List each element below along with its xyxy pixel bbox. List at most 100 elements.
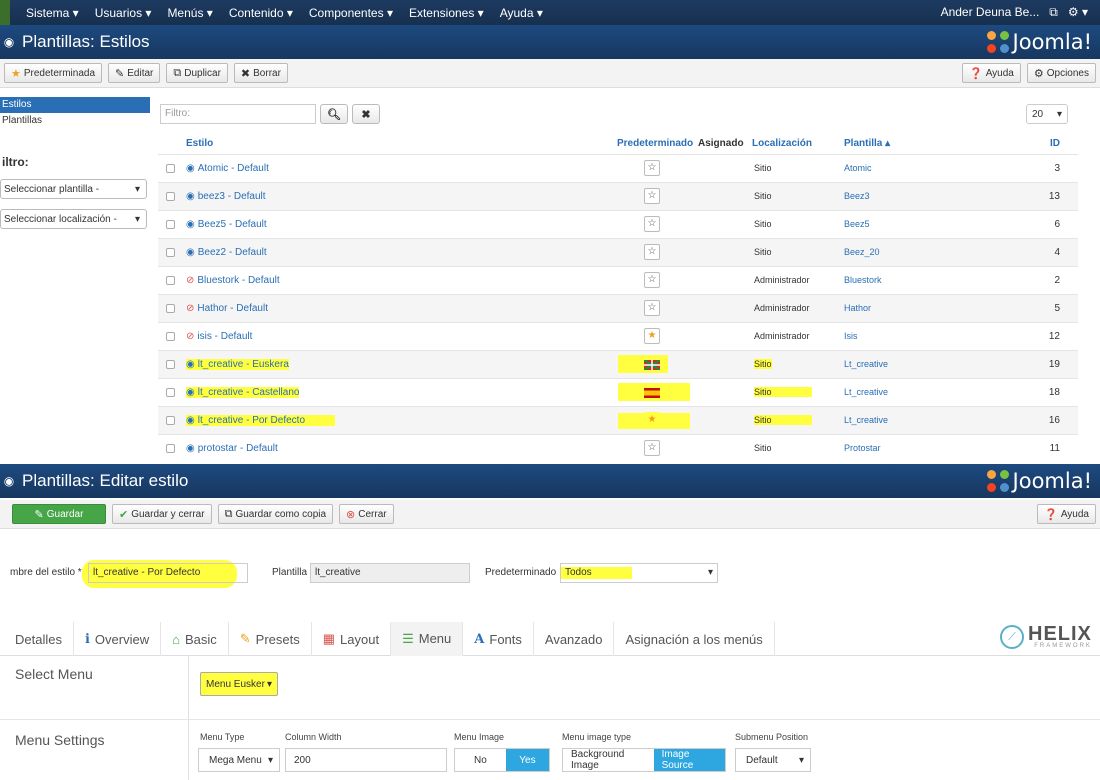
row-checkbox[interactable] (166, 220, 175, 229)
clear-button[interactable]: ✖ (352, 104, 380, 124)
menu-image-no[interactable]: No (455, 749, 506, 771)
style-link[interactable]: ◉ protostar - Default (186, 443, 278, 454)
style-link[interactable]: ◉ Beez5 - Default (186, 219, 267, 230)
column-width-input[interactable]: 200 (285, 748, 447, 772)
menu-ayuda[interactable]: Ayuda ▾ (492, 6, 551, 20)
row-checkbox[interactable] (166, 276, 175, 285)
external-link-icon[interactable]: ⧉ (1049, 5, 1058, 20)
row-checkbox[interactable] (166, 332, 175, 341)
duplicate-button[interactable]: ⧉ Duplicar (166, 63, 228, 83)
location-cell: Sitio (754, 191, 772, 201)
gear-icon[interactable]: ⚙ ▾ (1068, 5, 1088, 20)
row-checkbox[interactable] (166, 360, 175, 369)
col-template[interactable]: Plantilla ▴ (844, 138, 890, 149)
row-checkbox[interactable] (166, 388, 175, 397)
row-checkbox[interactable] (166, 192, 175, 201)
tab-avanzado[interactable]: Avanzado (534, 622, 615, 656)
style-link[interactable]: ⊘ isis - Default (186, 331, 252, 342)
template-link[interactable]: Isis (844, 331, 858, 341)
col-location[interactable]: Localización (752, 138, 812, 149)
template-link[interactable]: Hathor (844, 303, 871, 313)
template-select[interactable]: Seleccionar plantilla - ▾ (0, 179, 147, 199)
default-star-button[interactable]: ☆ (644, 440, 660, 456)
style-link[interactable]: ◉ Atomic - Default (186, 163, 269, 174)
default-star-button[interactable]: ☆ (644, 216, 660, 232)
menu-extensiones[interactable]: Extensiones ▾ (401, 6, 492, 20)
style-link[interactable]: ◉ beez3 - Default (186, 191, 266, 202)
menu-type-select[interactable]: Mega Menu ▾ (198, 748, 280, 772)
col-default[interactable]: Predeterminado (617, 138, 693, 149)
menu-menus[interactable]: Menús ▾ (159, 6, 220, 20)
template-link[interactable]: Lt_creative (844, 415, 888, 425)
style-link[interactable]: ⊘ Hathor - Default (186, 303, 268, 314)
template-link[interactable]: Atomic (844, 163, 872, 173)
col-id[interactable]: ID (1050, 138, 1060, 149)
template-link[interactable]: Lt_creative (844, 387, 888, 397)
help-button[interactable]: ❓ Ayuda (1037, 504, 1096, 524)
tab-asignacion[interactable]: Asignación a los menús (614, 622, 775, 656)
default-star-button[interactable]: ☆ (644, 272, 660, 288)
template-link[interactable]: Beez5 (844, 219, 870, 229)
row-checkbox[interactable] (166, 164, 175, 173)
menu-componentes[interactable]: Componentes ▾ (301, 6, 401, 20)
joomla-mini-logo[interactable] (0, 0, 10, 25)
tab-fonts[interactable]: A Fonts (463, 622, 534, 656)
tab-basic[interactable]: ⌂ Basic (161, 622, 229, 656)
style-link[interactable]: ⊘ Bluestork - Default (186, 275, 280, 286)
submenu-position-select[interactable]: Default ▾ (735, 748, 811, 772)
template-link[interactable]: Lt_creative (844, 359, 888, 369)
tab-overview[interactable]: ℹ Overview (74, 622, 162, 656)
delete-button[interactable]: ✖ Borrar (233, 63, 288, 83)
default-button[interactable]: ★ Predeterminada (4, 63, 103, 83)
help-button[interactable]: ❓ Ayuda (961, 63, 1021, 83)
row-checkbox[interactable] (166, 304, 175, 313)
image-type-background[interactable]: Background Image (563, 749, 654, 771)
spanish-flag-icon[interactable] (644, 388, 660, 398)
image-type-source[interactable]: Image Source (653, 749, 725, 771)
default-star-button[interactable]: ☆ (644, 160, 660, 176)
location-select[interactable]: Seleccionar localización - ▾ (0, 209, 147, 229)
style-link[interactable]: ◉ lt_creative - Castellano (186, 387, 300, 398)
menu-sistema[interactable]: Sistema ▾ (18, 6, 87, 20)
menu-usuarios[interactable]: Usuarios ▾ (87, 6, 160, 20)
search-button[interactable]: 🔍︎ (320, 104, 348, 124)
style-link[interactable]: ◉ Beez2 - Default (186, 247, 267, 258)
default-star-button[interactable]: ☆ (644, 188, 660, 204)
style-link[interactable]: ◉ lt_creative - Por Defecto (186, 415, 335, 426)
row-checkbox[interactable] (166, 416, 175, 425)
sidebar-item-estilos[interactable]: Estilos (0, 97, 150, 113)
menu-image-yes[interactable]: Yes (505, 749, 549, 771)
col-style[interactable]: Estilo (186, 138, 213, 149)
save-close-button[interactable]: ✔ Guardar y cerrar (112, 504, 212, 524)
row-checkbox[interactable] (166, 444, 175, 453)
default-star-button[interactable]: ☆ (644, 244, 660, 260)
page-size-select[interactable]: 20 ▾ (1026, 104, 1068, 124)
default-star-button[interactable]: ☆ (644, 300, 660, 316)
menu-contenido[interactable]: Contenido ▾ (221, 6, 301, 20)
template-link[interactable]: Bluestork (844, 275, 882, 285)
menu-select[interactable]: Menu Eusker ▾ (200, 672, 278, 696)
chevron-down-icon: ▾ (707, 567, 713, 578)
save-button[interactable]: ✎ Guardar (12, 504, 106, 524)
template-link[interactable]: Beez3 (844, 191, 870, 201)
tab-presets[interactable]: ✎ Presets (229, 622, 312, 656)
close-button[interactable]: ⊗ Cerrar (339, 504, 394, 524)
options-button[interactable]: ⚙ Opciones (1026, 63, 1096, 83)
tab-menu[interactable]: ☰ Menu (391, 622, 464, 656)
search-input[interactable]: Filtro: (160, 104, 316, 124)
save-copy-button[interactable]: ⧉ Guardar como copia (217, 504, 334, 524)
edit-button[interactable]: ✎ Editar (108, 63, 161, 83)
list-icon: ☰ (402, 630, 414, 646)
template-link[interactable]: Protostar (844, 443, 881, 453)
user-name[interactable]: Ander Deuna Be... (941, 5, 1040, 20)
default-select[interactable]: Todos ▾ (560, 563, 718, 583)
template-link[interactable]: Beez_20 (844, 247, 880, 257)
row-checkbox[interactable] (166, 248, 175, 257)
tab-detalles[interactable]: Detalles (0, 622, 74, 656)
style-link[interactable]: ◉ lt_creative - Euskera (186, 359, 289, 370)
tab-layout[interactable]: ▦ Layout (312, 622, 392, 656)
basque-flag-icon[interactable] (644, 360, 660, 370)
sidebar-item-plantillas[interactable]: Plantillas (0, 113, 150, 129)
image-type-label: Menu image type (562, 732, 632, 742)
style-name-input[interactable]: lt_creative - Por Defecto (88, 563, 248, 583)
